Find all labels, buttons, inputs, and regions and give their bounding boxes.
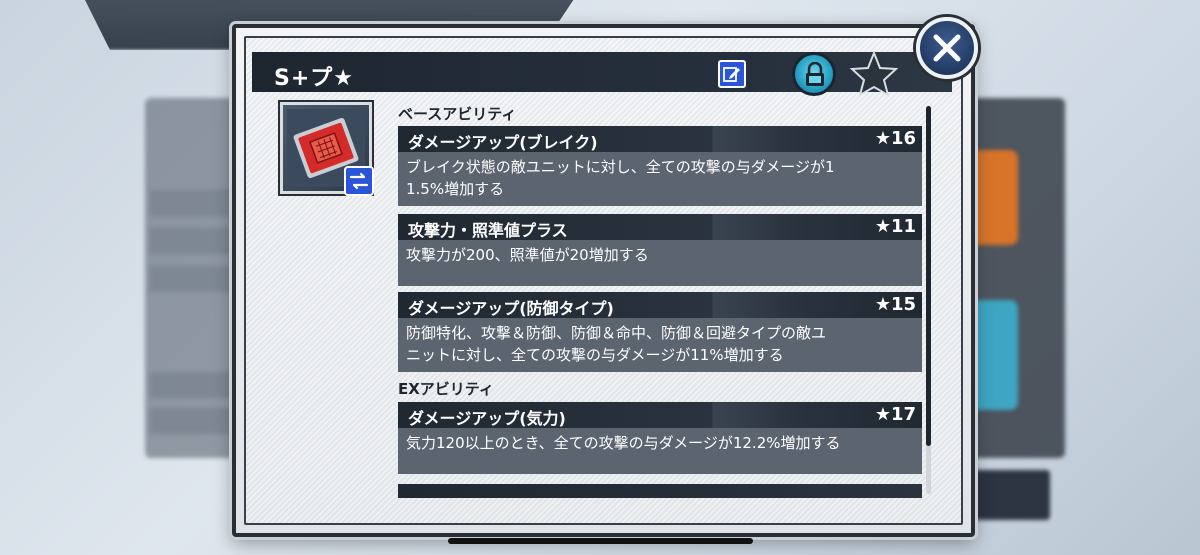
close-icon[interactable]	[916, 17, 978, 79]
ability-description-line: ニットに対し、全ての攻撃の与ダメージが11%増加する	[406, 346, 784, 364]
swap-icon[interactable]	[344, 166, 374, 196]
ability-stars: ★17	[874, 404, 916, 425]
ability-name: ダメージアップ(ブレイク)	[408, 133, 598, 152]
ability-header: 攻撃力・照準値プラス ★11	[398, 214, 922, 240]
ability-description: ブレイク状態の敵ユニットに対し、全ての攻撃の与ダメージが1 1.5%増加する	[398, 152, 922, 206]
ability-name: 攻撃力・照準値プラス	[408, 221, 568, 240]
ability-card[interactable]: ダメージアップ(ブレイク) ★16 ブレイク状態の敵ユニットに対し、全ての攻撃の…	[398, 126, 922, 206]
ability-name: ダメージアップ(気力)	[408, 409, 566, 428]
ability-card[interactable]: 攻撃力・照準値プラス ★11 攻撃力が200、照準値が20増加する	[398, 214, 922, 286]
lock-icon[interactable]	[792, 52, 836, 96]
ability-name: ダメージアップ(防御タイプ)	[408, 299, 614, 318]
ability-description: 攻撃力が200、照準値が20増加する	[398, 240, 922, 286]
scrollbar-thumb[interactable]	[926, 106, 931, 446]
ability-description-line: ブレイク状態の敵ユニットに対し、全ての攻撃の与ダメージが1	[406, 158, 835, 176]
title-bar	[252, 52, 952, 92]
dialog-title: S+プ★	[274, 66, 355, 91]
ability-description: 防御特化、攻撃＆防御、防御＆命中、防御＆回避タイプの敵ユ ニットに対し、全ての攻…	[398, 318, 922, 372]
ability-description-line: 防御特化、攻撃＆防御、防御＆命中、防御＆回避タイプの敵ユ	[406, 324, 827, 342]
ability-card[interactable]: ダメージアップ(気力) ★17 気力120以上のとき、全ての攻撃の与ダメージが1…	[398, 402, 922, 474]
star-icon[interactable]	[849, 50, 899, 98]
base-ability-label: ベースアビリティ	[398, 105, 517, 123]
ability-description-line: 気力120以上のとき、全ての攻撃の与ダメージが12.2%増加する	[406, 434, 841, 452]
ability-description-line: 1.5%増加する	[406, 180, 505, 198]
ability-description: 気力120以上のとき、全ての攻撃の与ダメージが12.2%増加する	[398, 428, 922, 474]
home-indicator	[448, 538, 753, 544]
ability-card-partial	[398, 484, 922, 498]
ability-stars: ★15	[874, 294, 916, 315]
ability-header: ダメージアップ(防御タイプ) ★15	[398, 292, 922, 318]
ex-ability-label: EXアビリティ	[398, 380, 494, 398]
ability-card[interactable]: ダメージアップ(防御タイプ) ★15 防御特化、攻撃＆防御、防御＆命中、防御＆回…	[398, 292, 922, 372]
ability-stars: ★16	[874, 128, 916, 149]
ability-header: ダメージアップ(ブレイク) ★16	[398, 126, 922, 152]
ability-stars: ★11	[874, 216, 916, 237]
ability-header: ダメージアップ(気力) ★17	[398, 402, 922, 428]
edit-icon[interactable]	[718, 60, 746, 88]
ability-description-line: 攻撃力が200、照準値が20増加する	[406, 246, 649, 264]
